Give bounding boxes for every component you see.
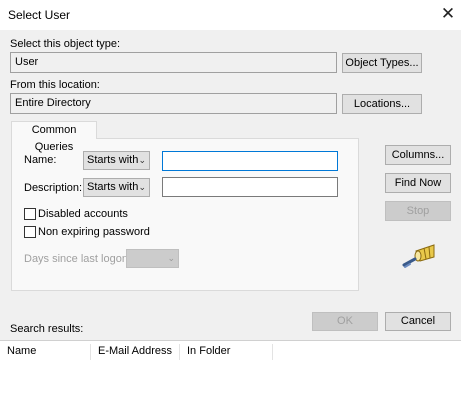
cancel-button[interactable]: Cancel: [385, 312, 451, 331]
find-now-button[interactable]: Find Now: [385, 173, 451, 193]
column-header-name[interactable]: Name: [0, 344, 91, 360]
search-flashlight-icon: [402, 243, 436, 271]
object-types-button[interactable]: Object Types...: [342, 53, 422, 73]
column-header-in-folder[interactable]: In Folder: [180, 344, 273, 360]
name-operator-select[interactable]: Starts with ⌄: [83, 151, 150, 170]
column-header-email[interactable]: E-Mail Address: [91, 344, 180, 360]
non-expiring-password-label: Non expiring password: [38, 226, 150, 238]
description-label: Description:: [24, 182, 83, 194]
chevron-down-icon: ⌄: [167, 253, 175, 263]
days-since-logon-label: Days since last logon:: [24, 253, 131, 265]
chevron-down-icon: ⌄: [138, 182, 146, 192]
search-results-label: Search results:: [10, 323, 84, 335]
stop-button[interactable]: Stop: [385, 201, 451, 221]
chevron-down-icon: ⌄: [138, 155, 146, 165]
name-label: Name:: [24, 154, 57, 166]
ok-button[interactable]: OK: [312, 312, 378, 331]
description-operator-select[interactable]: Starts with ⌄: [83, 178, 150, 197]
close-icon[interactable]: ✕: [437, 3, 459, 25]
disabled-accounts-checkbox[interactable]: [24, 208, 36, 220]
location-label: From this location:: [10, 79, 100, 91]
name-operator-value: Starts with: [87, 154, 139, 166]
object-type-label: Select this object type:: [10, 38, 121, 50]
location-field: Entire Directory: [10, 93, 337, 114]
tab-common-queries[interactable]: Common Queries: [11, 121, 97, 153]
window-title: Select User: [8, 8, 71, 22]
locations-button[interactable]: Locations...: [342, 94, 422, 114]
days-since-logon-select[interactable]: ⌄: [126, 249, 179, 268]
columns-button[interactable]: Columns...: [385, 145, 451, 165]
object-type-field: User: [10, 52, 337, 73]
description-input[interactable]: [162, 177, 338, 197]
description-operator-value: Starts with: [87, 181, 139, 193]
name-input[interactable]: [162, 151, 338, 171]
non-expiring-password-checkbox[interactable]: [24, 226, 36, 238]
disabled-accounts-label: Disabled accounts: [38, 208, 128, 220]
